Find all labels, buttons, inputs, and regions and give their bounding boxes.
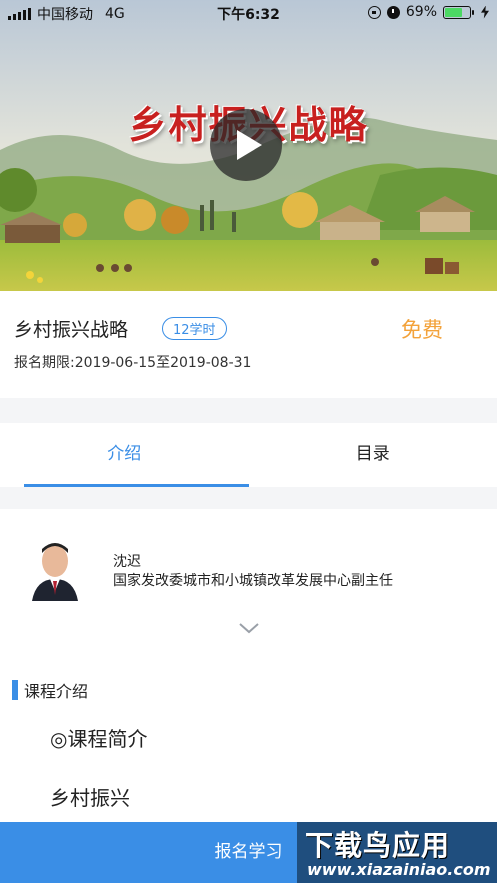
charging-icon <box>481 5 489 19</box>
alarm-icon <box>386 5 400 19</box>
battery-percent: 69% <box>405 4 437 20</box>
hours-badge: 12学时 <box>162 317 227 340</box>
chevron-down-icon[interactable] <box>238 617 260 639</box>
lecturer-avatar <box>28 539 82 601</box>
watermark-url: www.xiazainiao.com <box>307 860 491 879</box>
intro-subheading: ◎课程简介 <box>50 727 148 751</box>
course-banner[interactable]: 乡村振兴战略 <box>0 0 497 291</box>
enroll-period: 报名期限:2019-06-15至2019-08-31 <box>14 355 252 371</box>
course-info-card: 乡村振兴战略 12学时 免费 报名期限:2019-06-15至2019-08-3… <box>0 291 497 398</box>
battery-icon <box>443 5 474 19</box>
intro-text: 乡村振兴 <box>50 786 130 810</box>
watermark-main: 下载鸟应用 <box>305 829 451 862</box>
watermark: 下载鸟应用 www.xiazainiao.com <box>297 822 497 883</box>
section-heading: 课程介绍 <box>12 678 88 702</box>
lecturer-title: 国家发改委城市和小城镇改革发展中心副主任 <box>113 573 393 589</box>
lecturer-name: 沈迟 <box>113 554 141 570</box>
play-button[interactable] <box>210 109 282 181</box>
section-accent-bar <box>12 680 18 700</box>
price-label: 免费 <box>401 318 443 342</box>
status-bar: 中国移动 4G 下午6:32 69% <box>0 0 497 26</box>
rotation-lock-icon <box>367 5 381 19</box>
tab-catalog[interactable]: 目录 <box>249 423 497 487</box>
section-heading-label: 课程介绍 <box>24 682 89 701</box>
course-title: 乡村振兴战略 <box>14 319 129 341</box>
tab-intro[interactable]: 介绍 <box>0 423 249 487</box>
intro-content: 沈迟 国家发改委城市和小城镇改革发展中心副主任 课程介绍 ◎课程简介 乡村振兴 <box>0 509 497 829</box>
tab-bar: 介绍 目录 <box>0 423 497 487</box>
